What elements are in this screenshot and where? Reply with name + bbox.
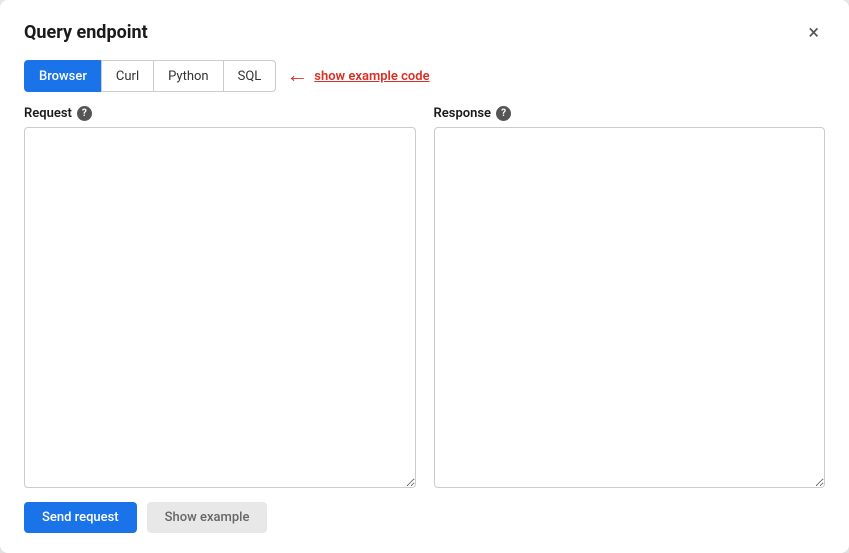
request-label-text: Request bbox=[24, 106, 72, 121]
response-label-text: Response bbox=[434, 106, 492, 121]
response-help-icon[interactable]: ? bbox=[496, 106, 511, 121]
modal-header: Query endpoint × bbox=[24, 20, 825, 44]
show-example-button[interactable]: Show example bbox=[147, 502, 268, 533]
request-label: Request ? bbox=[24, 106, 416, 121]
request-help-icon[interactable]: ? bbox=[77, 106, 92, 121]
query-endpoint-modal: Query endpoint × Browser Curl Python SQL… bbox=[0, 0, 849, 553]
modal-overlay: Query endpoint × Browser Curl Python SQL… bbox=[0, 0, 849, 553]
response-textarea[interactable] bbox=[434, 127, 826, 488]
tab-python[interactable]: Python bbox=[153, 60, 222, 92]
send-request-button[interactable]: Send request bbox=[24, 502, 137, 533]
response-panel: Response ? bbox=[434, 106, 826, 488]
modal-title: Query endpoint bbox=[24, 22, 148, 43]
tabs-row: Browser Curl Python SQL ← show example c… bbox=[24, 60, 825, 92]
tab-sql[interactable]: SQL bbox=[223, 60, 277, 92]
arrow-icon: ← bbox=[286, 65, 308, 87]
tab-browser[interactable]: Browser bbox=[24, 60, 101, 92]
response-label: Response ? bbox=[434, 106, 826, 121]
show-example-code-link[interactable]: show example code bbox=[314, 69, 429, 84]
show-example-annotation: ← show example code bbox=[286, 65, 429, 87]
panels-row: Request ? Response ? bbox=[24, 106, 825, 488]
request-panel: Request ? bbox=[24, 106, 416, 488]
footer: Send request Show example bbox=[24, 502, 825, 533]
tab-curl[interactable]: Curl bbox=[101, 60, 153, 92]
close-button[interactable]: × bbox=[802, 20, 825, 44]
request-textarea[interactable] bbox=[24, 127, 416, 488]
